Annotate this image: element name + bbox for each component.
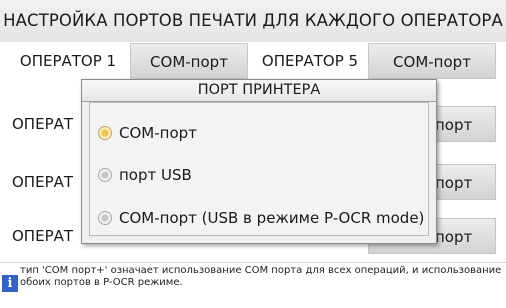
option-com-usb-pocr[interactable]: COM-порт (USB в режиме P-OCR mode)	[90, 205, 424, 231]
option-com-port[interactable]: COM-порт	[90, 120, 197, 146]
operator-5-port-button[interactable]: COM-порт	[368, 43, 496, 79]
info-footer: i тип 'COM порт+' означает использование…	[0, 262, 506, 308]
radio-selected-icon[interactable]	[98, 126, 112, 140]
radio-unselected-icon[interactable]	[98, 168, 112, 182]
operator-1-label: ОПЕРАТОР 1	[19, 52, 117, 70]
dialog-title: ПОРТ ПРИНТЕРА	[82, 80, 436, 102]
option-com-usb-pocr-label: COM-порт (USB в режиме P-OCR mode)	[119, 209, 425, 227]
radio-unselected-icon[interactable]	[98, 211, 112, 225]
operator-5-label: ОПЕРАТОР 5	[261, 52, 359, 70]
operator-row-4-label: ОПЕРАТ	[12, 227, 74, 245]
operator-1-port-button[interactable]: COM-порт	[130, 43, 248, 79]
option-usb-port[interactable]: порт USB	[90, 162, 192, 188]
operator-row-2-label: ОПЕРАТ	[12, 115, 74, 133]
info-text: тип 'COM порт+' означает использование C…	[20, 265, 502, 288]
printer-port-dialog: ПОРТ ПРИНТЕРА COM-порт порт USB COM-порт…	[81, 79, 437, 244]
option-usb-port-label: порт USB	[119, 166, 192, 184]
option-com-port-label: COM-порт	[119, 124, 197, 142]
printer-port-options: COM-порт порт USB COM-порт (USB в режиме…	[89, 102, 429, 236]
info-icon: i	[2, 275, 18, 292]
operator-row-3-label: ОПЕРАТ	[12, 173, 74, 191]
page-title: НАСТРОЙКА ПОРТОВ ПЕЧАТИ ДЛЯ КАЖДОГО ОПЕР…	[0, 0, 506, 42]
